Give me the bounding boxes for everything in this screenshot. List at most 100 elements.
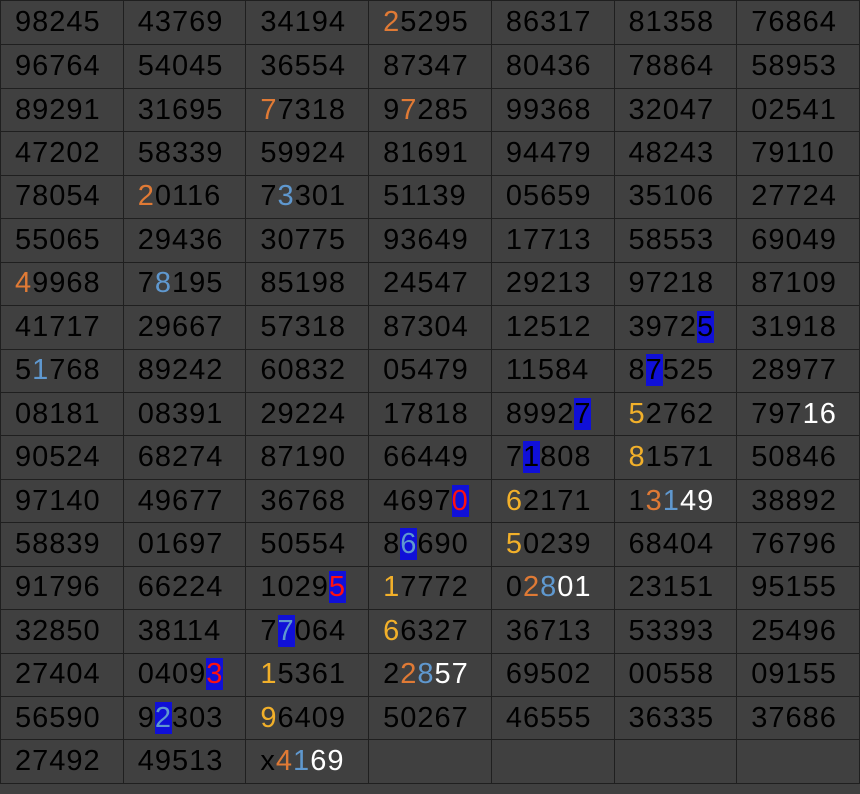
grid-cell: 50846	[736, 435, 860, 480]
grid-cell: 29436	[122, 218, 247, 263]
grid-cell: 32850	[0, 609, 124, 654]
grid-cell: 97218	[613, 261, 738, 307]
grid-cell: 04093	[122, 652, 247, 698]
cell-text: 87109	[751, 267, 837, 300]
cell-segment: 5295	[400, 6, 469, 39]
grid-cell: 62171	[490, 478, 615, 524]
cell-text: 31918	[751, 310, 837, 343]
cell-segment: 4	[275, 745, 294, 778]
cell-text: 87304	[383, 310, 469, 343]
cell-text: 50846	[751, 441, 837, 474]
cell-segment: 6	[383, 614, 401, 647]
grid-cell: 87347	[368, 44, 492, 89]
grid-cell: 29667	[122, 305, 247, 350]
cell-segment: 1	[260, 658, 278, 691]
grid-cell	[736, 739, 860, 784]
cell-segment: 1	[293, 745, 311, 778]
grid-row: 96764 54045 36554 87347 80436 78864 58953	[0, 44, 860, 89]
grid-cell: 38114	[122, 609, 247, 654]
cell-segment: 16	[802, 397, 837, 430]
cell-text: 12512	[505, 310, 592, 343]
cell-text: 17713	[505, 223, 592, 256]
cell-text: 25496	[751, 614, 837, 647]
cell-text: 36768	[260, 484, 347, 517]
cell-segment: 01	[557, 571, 592, 604]
grid-cell: 50239	[490, 522, 615, 567]
cell-segment: 69	[310, 745, 345, 778]
grid-cell: 87525	[613, 348, 738, 393]
cell-segment: 7	[137, 267, 155, 300]
cell-segment: 0	[505, 571, 523, 604]
cell-segment: 285	[417, 93, 469, 126]
grid-cell: 92303	[122, 696, 247, 741]
grid-cell: 31918	[736, 305, 860, 350]
cell-text: 57318	[260, 310, 347, 343]
cell-segment: 301	[294, 180, 347, 213]
cell-text: 38892	[751, 484, 837, 517]
grid-cell: 05479	[368, 348, 492, 393]
grid-cell: 80436	[490, 44, 615, 89]
cell-text: 85198	[260, 267, 347, 300]
grid-cell: 73301	[245, 174, 370, 220]
grid-cell: 94479	[490, 131, 615, 176]
cell-text: 41717	[15, 310, 101, 343]
grid-row: 41717 29667 57318 87304 12512 39725 31918	[0, 305, 860, 350]
grid-cell: 52762	[613, 391, 738, 437]
cell-text: 24547	[383, 267, 469, 300]
grid-cell: 32047	[613, 87, 738, 133]
grid-cell: 89291	[0, 87, 124, 133]
grid-cell: 08181	[0, 391, 124, 437]
grid-row: 58839 01697 50554 86690 50239 68404 76796	[0, 522, 860, 567]
cell-text: 58339	[137, 137, 224, 170]
cell-segment: 768	[49, 354, 101, 387]
cell-text: 87347	[383, 50, 469, 83]
cell-segment: 57	[434, 658, 469, 691]
cell-segment: 195	[171, 267, 224, 300]
cell-text: 35106	[628, 180, 715, 213]
cell-text: 78054	[15, 180, 101, 213]
grid-cell: 17772	[368, 565, 492, 611]
grid-cell: 25496	[736, 609, 860, 654]
cell-segment: 2	[400, 658, 418, 691]
grid-row: 27404 04093 15361 22857 69502 00558 09155	[0, 652, 860, 698]
grid-row: 51768 89242 60832 05479 11584 87525 28977	[0, 348, 860, 393]
grid-cell: 10295	[245, 565, 370, 611]
grid-cell: 13149	[613, 478, 738, 524]
grid-row: 32850 38114 77064 66327 36713 53393 25496	[0, 609, 860, 654]
grid-cell: 85198	[245, 261, 370, 307]
cell-segment: 9968	[32, 267, 101, 300]
cell-segment: 1	[383, 571, 401, 604]
grid-cell: 68404	[613, 522, 738, 567]
grid-cell: 20116	[122, 174, 247, 220]
cell-segment: 1	[628, 484, 646, 517]
grid-cell: 96764	[0, 44, 124, 89]
cell-segment: 3	[277, 180, 295, 213]
grid-cell: 50267	[368, 696, 492, 741]
cell-text: 05659	[505, 180, 592, 213]
cell-segment: 7	[260, 180, 278, 213]
cell-segment: 8	[417, 658, 435, 691]
cell-text: 78864	[628, 50, 715, 83]
cell-text: 81691	[383, 137, 469, 170]
cell-segment: 6	[505, 484, 523, 517]
grid-cell: 01697	[122, 522, 247, 567]
grid-cell: 66224	[122, 565, 247, 611]
cell-text: 49513	[137, 745, 224, 778]
grid-cell: 05659	[490, 174, 615, 220]
cell-segment: 8	[628, 354, 646, 387]
cell-text: 69502	[505, 658, 592, 691]
grid-cell: 53393	[613, 609, 738, 654]
cell-text: 31695	[137, 93, 224, 126]
cell-text: 29667	[137, 310, 224, 343]
cell-text: 89242	[137, 354, 224, 387]
cell-segment: 1	[522, 441, 541, 474]
cell-segment: 797	[751, 397, 803, 430]
cell-text: 28977	[751, 354, 837, 387]
cell-text: 48243	[628, 137, 715, 170]
grid-cell: 00558	[613, 652, 738, 698]
cell-text: 08181	[15, 397, 101, 430]
grid-cell: 55065	[0, 218, 124, 263]
cell-segment: 064	[294, 614, 347, 647]
cell-text: 30775	[260, 223, 347, 256]
cell-text: 86317	[505, 6, 592, 39]
